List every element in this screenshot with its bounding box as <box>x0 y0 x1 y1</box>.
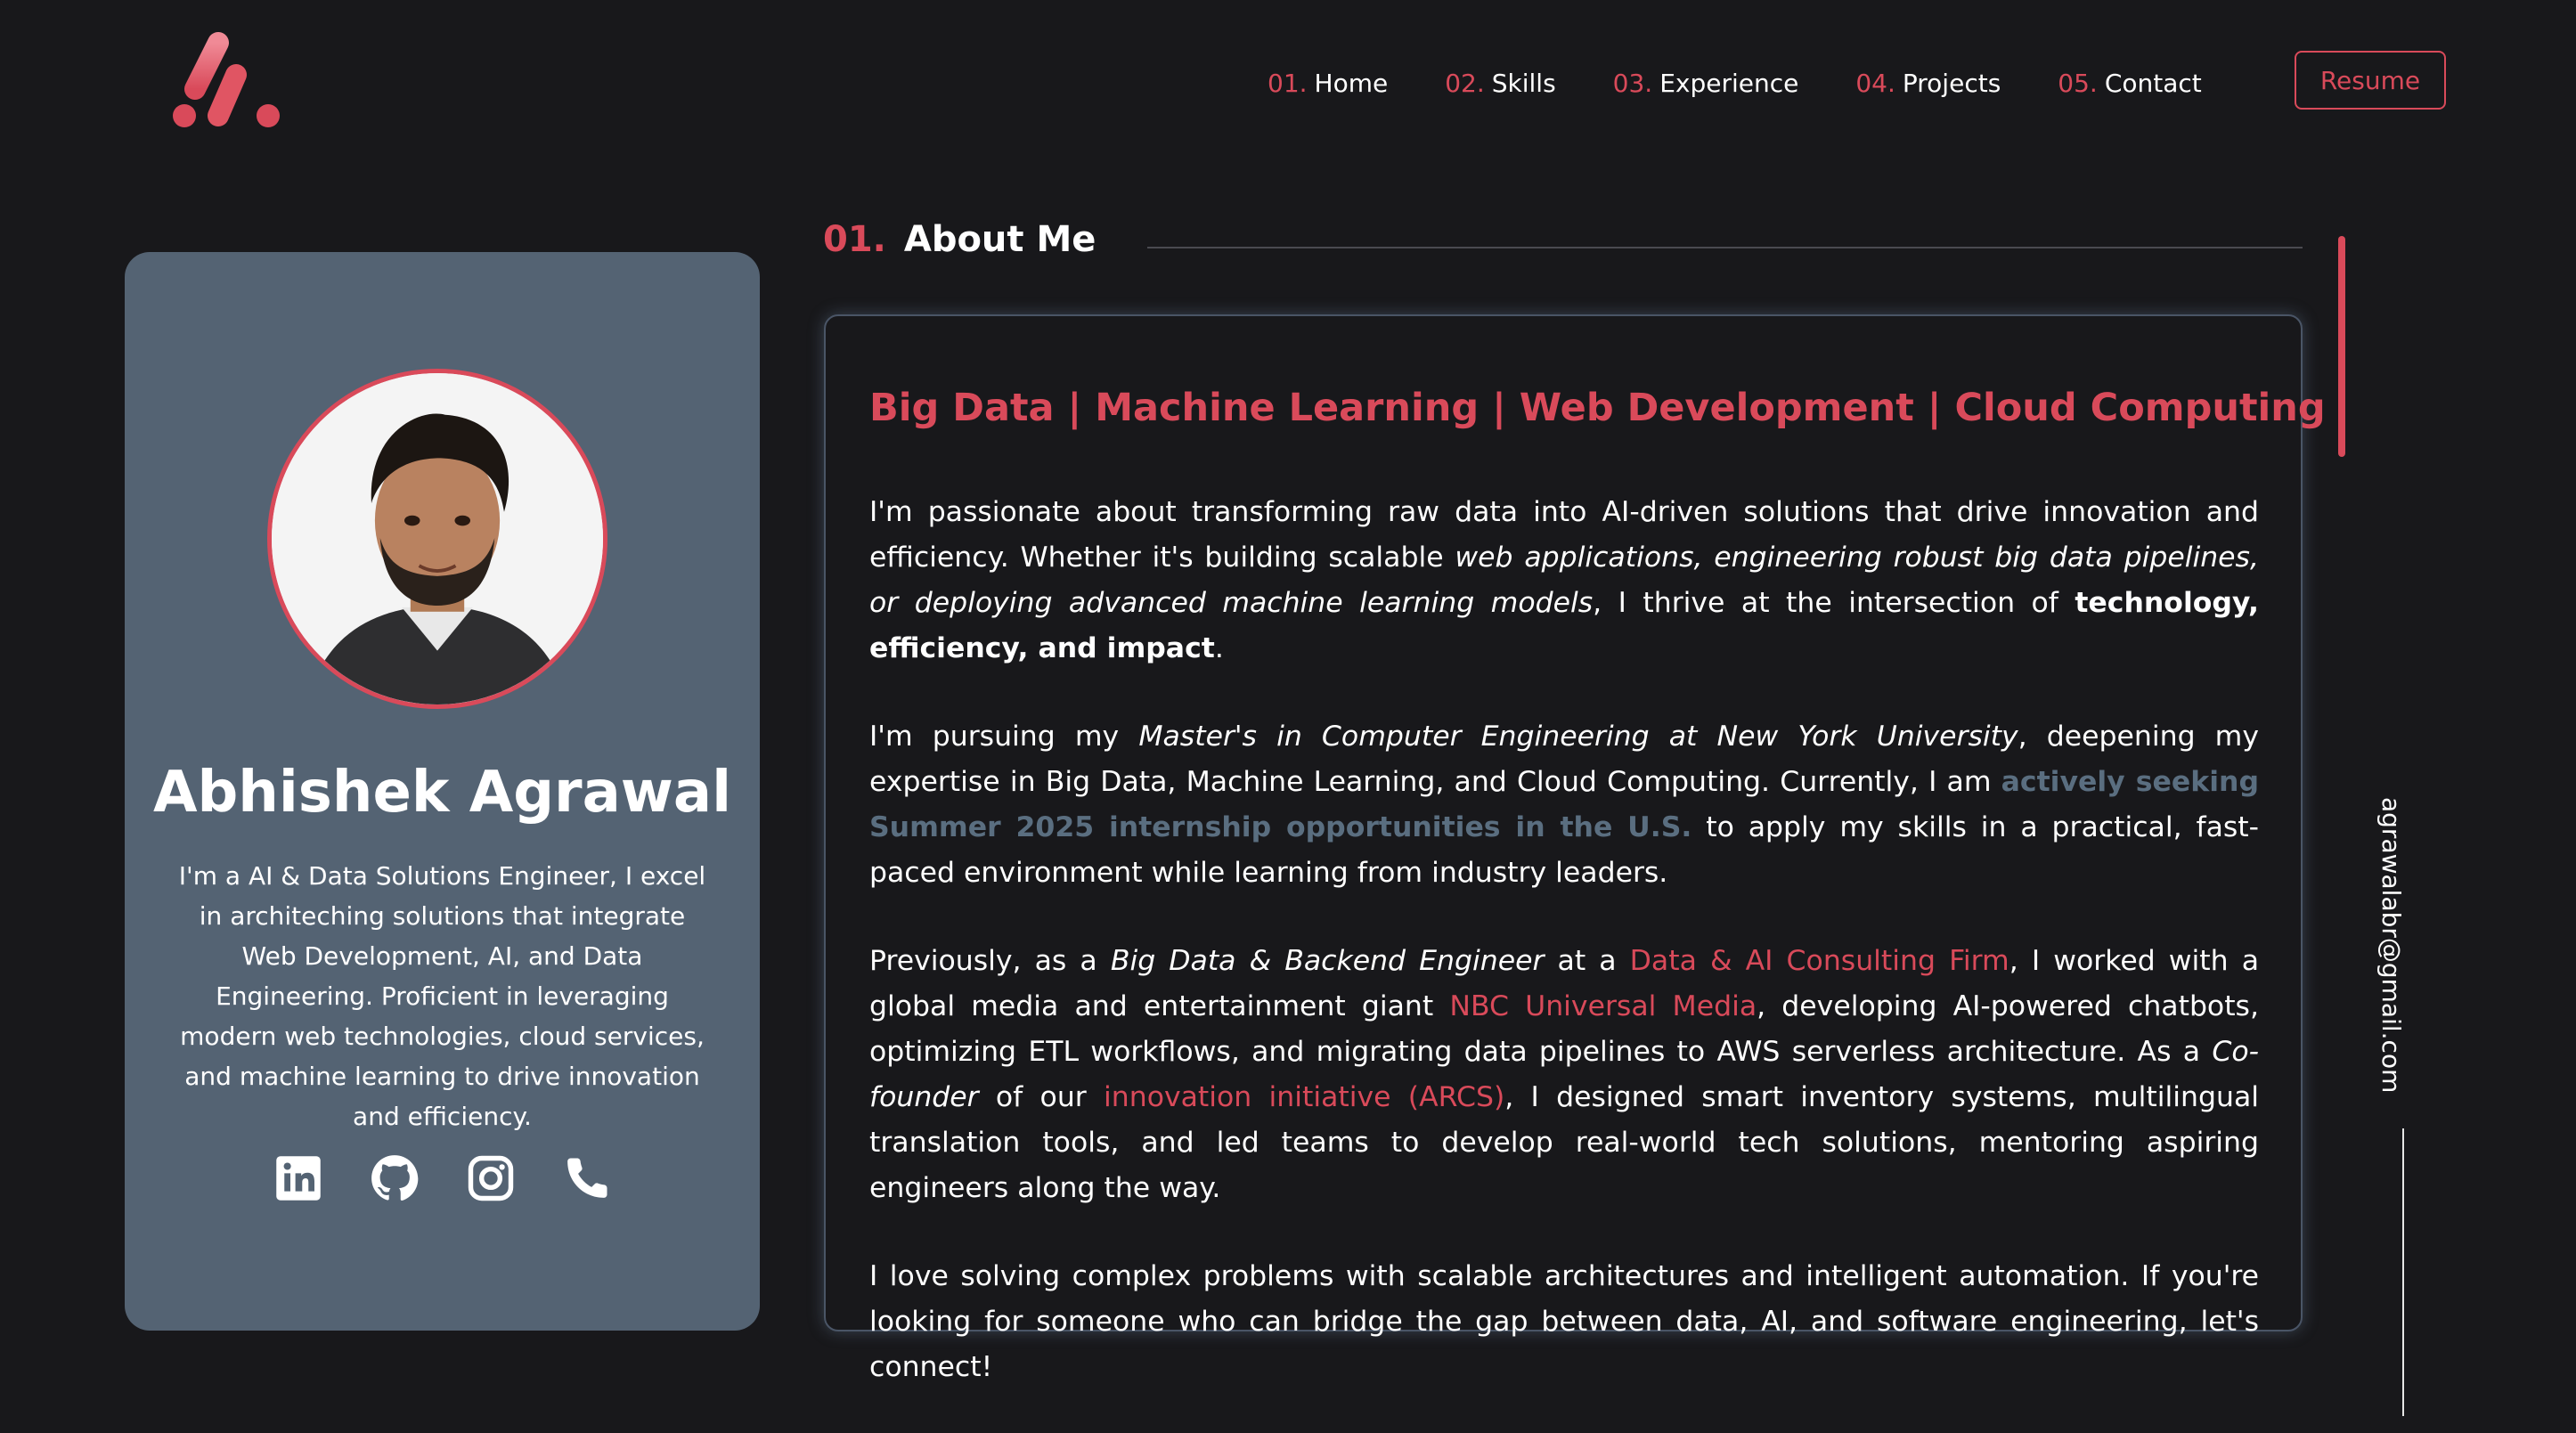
arcs-link[interactable]: innovation initiative (ARCS) <box>1104 1081 1504 1113</box>
nav-number: 04. <box>1855 68 1895 98</box>
main-nav: 01. Home 02. Skills 03. Experience 04. P… <box>1268 62 2202 103</box>
nav-home[interactable]: 01. Home <box>1268 69 1388 98</box>
phone-icon[interactable] <box>562 1153 612 1203</box>
nav-label: Projects <box>1902 68 2001 98</box>
nav-label: Contact <box>2104 68 2202 98</box>
about-paragraph-2: I'm pursuing my Master's in Computer Eng… <box>869 714 2259 896</box>
profile-name: Abhishek Agrawal <box>152 760 732 826</box>
nav-projects[interactable]: 04. Projects <box>1855 69 2001 98</box>
social-links <box>125 1153 760 1203</box>
profile-bio: I'm a AI & Data Solutions Engineer, I ex… <box>178 861 706 1131</box>
text: , I thrive at the intersection of <box>1593 587 2075 619</box>
section-title: About Me <box>903 219 1096 260</box>
nav-experience[interactable]: 03. Experience <box>1613 69 1799 98</box>
about-card: Big Data | Machine Learning | Web Develo… <box>824 314 2326 1383</box>
text: at a <box>1544 945 1630 977</box>
instagram-icon[interactable] <box>466 1153 516 1203</box>
section-number: 01. <box>823 219 886 260</box>
section-divider <box>1147 247 2303 248</box>
brand-logo-icon[interactable] <box>165 27 289 134</box>
email-divider-line <box>2402 1128 2404 1416</box>
about-body: I'm passionate about transforming raw da… <box>869 490 2259 1433</box>
emphasis-text: Big Data & Backend Engineer <box>1110 945 1545 977</box>
nav-number: 01. <box>1268 68 1308 98</box>
about-tagline: Big Data | Machine Learning | Web Develo… <box>869 386 2326 430</box>
avatar <box>267 369 607 709</box>
resume-button[interactable]: Resume <box>2295 51 2446 110</box>
github-icon[interactable] <box>370 1153 420 1203</box>
nav-skills[interactable]: 02. Skills <box>1445 69 1555 98</box>
about-paragraph-4: I love solving complex problems with sca… <box>869 1260 2259 1383</box>
section-heading: 01. About Me <box>823 219 1096 260</box>
text: . <box>1214 632 1224 664</box>
text: I'm pursuing my <box>869 721 1139 753</box>
nbc-universal-link[interactable]: NBC Universal Media <box>1449 990 1757 1022</box>
about-paragraph-1: I'm passionate about transforming raw da… <box>869 490 2259 672</box>
about-paragraph-3: Previously, as a Big Data & Backend Engi… <box>869 939 2259 1211</box>
avatar-photo <box>272 373 603 704</box>
linkedin-icon[interactable] <box>273 1153 323 1203</box>
nav-contact[interactable]: 05. Contact <box>2058 69 2201 98</box>
nav-number: 03. <box>1612 68 1653 98</box>
profile-card: Abhishek Agrawal I'm a AI & Data Solutio… <box>125 252 760 1331</box>
nav-number: 05. <box>2058 68 2098 98</box>
emphasis-text: Master's in Computer Engineering at New … <box>1138 721 2018 753</box>
nav-label: Experience <box>1659 68 1799 98</box>
consulting-firm-link[interactable]: Data & AI Consulting Firm <box>1630 945 2009 977</box>
nav-label: Skills <box>1491 68 1556 98</box>
text: of our <box>978 1081 1105 1113</box>
email-link[interactable]: agrawalabr@gmail.com <box>2376 797 2406 1093</box>
nav-number: 02. <box>1445 68 1485 98</box>
text: Previously, as a <box>869 945 1111 977</box>
scroll-progress-indicator <box>2338 236 2345 457</box>
nav-label: Home <box>1314 68 1389 98</box>
